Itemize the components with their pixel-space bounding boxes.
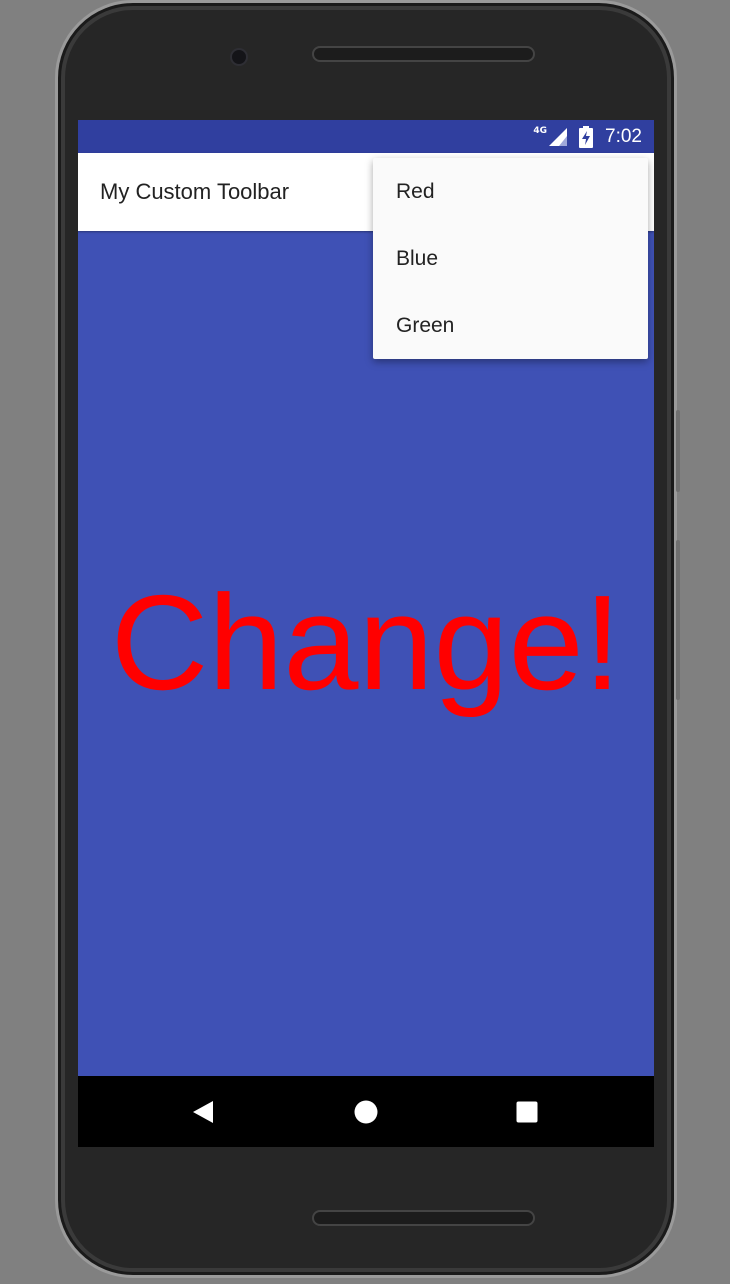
back-triangle-icon xyxy=(193,1100,213,1123)
navigation-bar xyxy=(78,1076,654,1147)
overflow-menu: Red Blue Green xyxy=(373,158,648,359)
network-type-label: 4G xyxy=(533,125,548,136)
front-camera xyxy=(230,48,248,66)
status-icons: 4G 7:02 xyxy=(533,120,642,153)
toolbar-title: My Custom Toolbar xyxy=(100,179,290,204)
recents-button[interactable] xyxy=(487,1076,567,1147)
volume-button xyxy=(676,410,680,492)
device-screen: 4G 7:02 My Custom Toolbar Change! Red Bl… xyxy=(78,120,654,1147)
menu-item-blue[interactable]: Blue xyxy=(373,225,648,292)
back-button[interactable] xyxy=(163,1076,243,1147)
status-bar: 4G 7:02 xyxy=(78,120,654,153)
change-headline: Change! xyxy=(110,567,622,718)
menu-item-red[interactable]: Red xyxy=(373,158,648,225)
menu-item-green[interactable]: Green xyxy=(373,292,648,359)
top-speaker xyxy=(312,46,535,62)
bottom-speaker xyxy=(312,1210,535,1226)
home-button[interactable] xyxy=(326,1076,406,1147)
home-circle-icon xyxy=(354,1100,378,1123)
power-button xyxy=(676,540,680,700)
recents-square-icon xyxy=(516,1101,538,1122)
battery-charging-icon xyxy=(579,125,594,148)
status-clock: 7:02 xyxy=(605,125,642,147)
cell-signal-icon xyxy=(549,127,568,146)
